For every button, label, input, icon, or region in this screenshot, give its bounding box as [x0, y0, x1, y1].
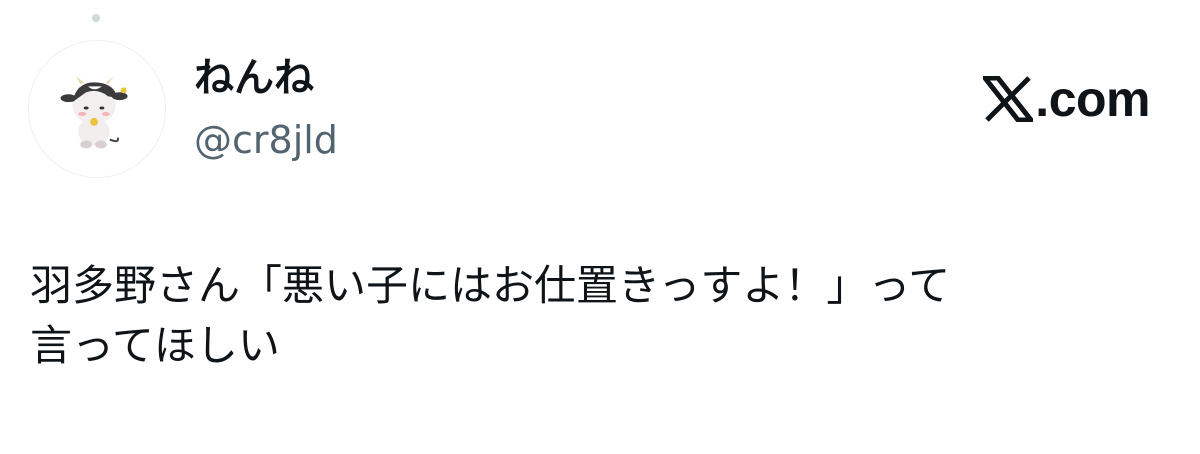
- brand-domain-text: .com: [1035, 71, 1150, 127]
- brand-watermark: .com: [983, 72, 1150, 126]
- author-display-name[interactable]: ねんね: [194, 54, 314, 102]
- author-handle[interactable]: @cr8jld: [194, 116, 338, 164]
- tweet-text: 羽多野さん「悪い子にはお仕置きっすよ！」って 言ってほしい: [30, 261, 951, 370]
- cow-character-avatar-icon: [29, 41, 165, 177]
- tweet-card: ねんね @cr8jld .com 羽多野さん「悪い子にはお仕置きっすよ！」って …: [0, 0, 1200, 454]
- avatar[interactable]: [28, 40, 166, 178]
- x-logo-icon: [983, 76, 1034, 122]
- indicator-dot: [92, 14, 100, 22]
